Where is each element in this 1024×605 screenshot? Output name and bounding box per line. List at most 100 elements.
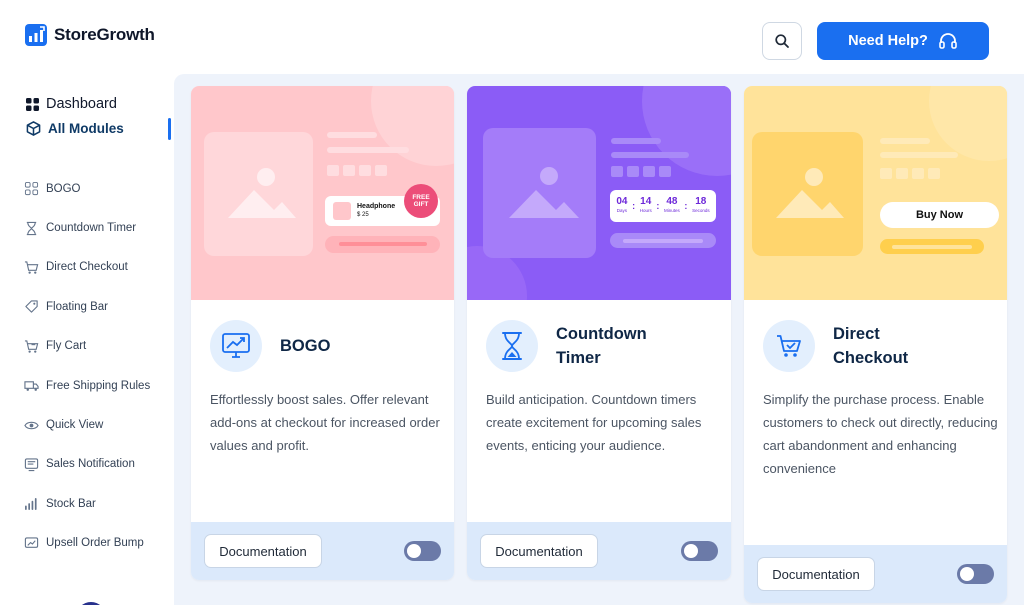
bogo-hero: Headphone $ 25 FREE GIFT [191, 86, 454, 300]
timer-value: 04 [616, 196, 628, 207]
decor [359, 165, 371, 176]
card-title: Direct Checkout [833, 325, 909, 367]
card-description: Simplify the purchase process. Enable cu… [763, 392, 998, 476]
notification-icon [24, 458, 39, 472]
truck-icon [24, 381, 39, 392]
decor [623, 239, 703, 243]
image-icon [228, 168, 296, 218]
decor [880, 152, 958, 158]
sidebar-item-all-modules[interactable]: All Modules [26, 121, 124, 136]
sidebar-item-label: Direct Checkout [46, 261, 128, 274]
decor [375, 165, 387, 176]
timer-label: Hours [639, 208, 652, 213]
cart-check-icon [763, 320, 815, 372]
timer-separator: : [632, 201, 636, 211]
bogo-icon [24, 182, 39, 196]
sidebar-item-all-modules-label: All Modules [48, 121, 124, 136]
module-toggle[interactable] [957, 564, 994, 584]
decor [643, 166, 655, 177]
card-title: Countdown Timer [556, 325, 647, 367]
sidebar-item-floating-bar[interactable]: Floating Bar [24, 287, 150, 326]
need-help-label: Need Help? [848, 33, 928, 49]
card-description: Effortlessly boost sales. Offer relevant… [210, 392, 440, 453]
timer-unit: 18 Seconds [692, 197, 710, 215]
sidebar-item-countdown-timer[interactable]: Countdown Timer [24, 208, 150, 247]
sidebar-item-sales-notification[interactable]: Sales Notification [24, 445, 150, 484]
product-thumbnail [333, 202, 351, 220]
sidebar-item-label: Floating Bar [46, 300, 109, 313]
headset-icon [939, 33, 957, 49]
card-header: Direct Checkout [763, 320, 943, 372]
product-name: Headphone [357, 203, 396, 210]
brand-name: StoreGrowth [54, 25, 155, 44]
sidebar-item-label: Countdown Timer [46, 222, 137, 235]
cart-icon [24, 261, 39, 274]
sidebar-item-label: BOGO [46, 182, 81, 195]
decor [611, 138, 661, 144]
decor [659, 166, 671, 177]
module-toggle[interactable] [404, 541, 441, 561]
sidebar-item-dashboard[interactable]: Dashboard [26, 96, 117, 112]
monitor-chart-icon [210, 320, 262, 372]
need-help-button[interactable]: Need Help? [817, 22, 989, 60]
sidebar-item-label: Free Shipping Rules [46, 379, 151, 392]
sidebar-item-bogo[interactable]: BOGO [24, 169, 150, 208]
decor [371, 86, 454, 166]
documentation-button[interactable]: Documentation [204, 534, 322, 568]
timer-value: 14 [640, 196, 652, 207]
image-placeholder [204, 132, 313, 256]
sidebar-item-upsell-order-bump[interactable]: Upsell Order Bump [24, 524, 150, 563]
sidebar-item-label: Upsell Order Bump [46, 537, 144, 550]
documentation-button[interactable]: Documentation [757, 557, 875, 591]
decor [611, 166, 623, 177]
sidebar-item-label: Stock Bar [46, 497, 96, 510]
card-title: BOGO [280, 337, 331, 355]
timer-label: Seconds [692, 208, 710, 213]
timer-unit: 04 Days [616, 197, 627, 215]
stock-bar-icon [25, 498, 37, 511]
buy-now-preview: Buy Now [880, 202, 999, 228]
hourglass-icon [26, 221, 37, 235]
sidebar-item-direct-checkout[interactable]: Direct Checkout [24, 248, 150, 287]
tag-icon [25, 300, 38, 314]
search-icon [775, 34, 789, 48]
search-button[interactable] [762, 22, 802, 60]
sidebar-item-stock-bar[interactable]: Stock Bar [24, 484, 150, 523]
image-icon [509, 167, 579, 218]
decor [892, 245, 972, 249]
card-footer: Documentation [191, 522, 454, 580]
decor [929, 86, 1007, 161]
module-card-direct-checkout: Buy Now Direct Checkout Simplify the pur… [744, 86, 1007, 603]
card-description: Build anticipation. Countdown timers cre… [486, 392, 702, 453]
timer-value: 18 [695, 196, 707, 207]
sidebar-item-label: Sales Notification [46, 458, 135, 471]
timer-separator: : [656, 201, 660, 211]
countdown-hero: 04 Days : 14 Hours : 48 Minutes : 18 Sec… [467, 86, 731, 300]
decor [880, 168, 892, 179]
image-icon [776, 168, 844, 218]
checkout-hero: Buy Now [744, 86, 1007, 300]
module-toggle[interactable] [681, 541, 718, 561]
hourglass-icon [486, 320, 538, 372]
logo-chart-icon [25, 24, 47, 46]
decor [327, 132, 377, 138]
card-header: Countdown Timer [486, 320, 666, 372]
fly-cart-icon [24, 340, 39, 353]
card-footer: Documentation [744, 545, 1007, 603]
decor [339, 242, 427, 246]
eye-icon [24, 421, 39, 429]
sidebar-item-fly-cart[interactable]: Fly Cart [24, 327, 150, 366]
sidebar-item-free-shipping-rules[interactable]: Free Shipping Rules [24, 366, 150, 405]
storegrowth-logo[interactable]: StoreGrowth [25, 24, 155, 46]
upsell-icon [24, 537, 39, 548]
decor [642, 86, 731, 176]
decor [327, 165, 339, 176]
decor [327, 147, 409, 153]
decor [343, 165, 355, 176]
card-footer: Documentation [467, 522, 731, 580]
sidebar-item-quick-view[interactable]: Quick View [24, 405, 150, 444]
sidebar-item-dashboard-label: Dashboard [46, 96, 117, 112]
documentation-button[interactable]: Documentation [480, 534, 598, 568]
cube-icon [26, 121, 41, 136]
sidebar-item-label: Fly Cart [46, 340, 87, 353]
